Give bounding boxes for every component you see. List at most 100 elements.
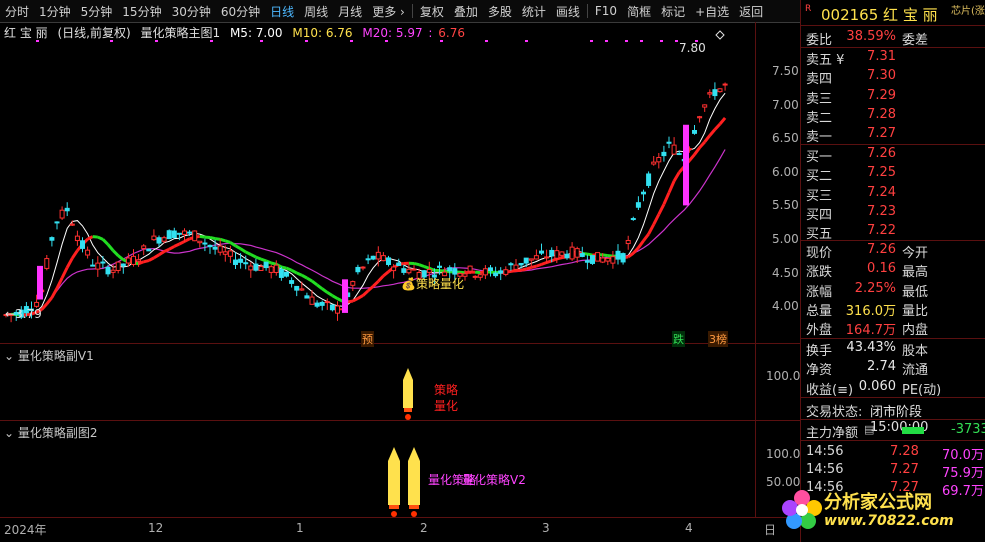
row-value: 7.26	[867, 242, 896, 257]
candle-body	[528, 258, 534, 261]
tick-time: 14:56	[806, 444, 844, 459]
ma10-segment	[209, 235, 216, 241]
candle-body	[161, 237, 167, 242]
ma10-segment	[316, 283, 324, 290]
ma10-segment	[693, 146, 701, 156]
ma10-segment	[50, 287, 59, 299]
trade-status-row: 交易状态: 闭市阶段 15:00:00	[806, 401, 984, 435]
buy-row: 买三 7.24	[806, 185, 984, 204]
toolbar-btn-5[interactable]: 60分钟	[216, 3, 265, 20]
low-price-value: 3.79	[15, 307, 42, 321]
candle-body	[574, 248, 580, 258]
candle-body	[426, 268, 432, 273]
top-marker	[36, 40, 39, 42]
top-marker	[155, 40, 158, 42]
toolbar-btn-7[interactable]: 周线	[299, 3, 333, 20]
ma10-segment	[357, 294, 364, 300]
candle-body	[49, 237, 55, 241]
sector-label[interactable]: 芯片(涨	[951, 2, 985, 17]
ma10-segment	[117, 254, 125, 261]
row-label-2: 今开	[902, 246, 929, 261]
ma10-segment	[602, 253, 609, 258]
candle-body	[579, 253, 585, 257]
sub2-chart[interactable]	[0, 421, 755, 517]
toolbar-btn-14[interactable]: 画线	[551, 3, 585, 20]
candle-body	[625, 239, 631, 245]
toolbar-btn-12[interactable]: 多股	[483, 3, 517, 20]
candle-body	[166, 230, 172, 240]
toolbar-btn-4[interactable]: 30分钟	[167, 3, 216, 20]
candle-body	[549, 249, 555, 257]
ma10-segment	[667, 180, 676, 194]
top-marker	[385, 40, 388, 42]
candle-body	[156, 237, 162, 244]
toolbar-btn-2[interactable]: 5分钟	[76, 3, 118, 20]
netflow-row[interactable]: 主力净额 ▤ -3733	[806, 422, 985, 441]
ma10-segment	[239, 247, 247, 254]
toolbar-btn-6[interactable]: 日线	[265, 3, 299, 20]
ma10-segment	[637, 239, 645, 249]
candle-body	[503, 269, 509, 275]
toolbar-btn-16[interactable]: 简框	[622, 3, 656, 20]
ma5-line	[5, 92, 726, 316]
candlestick-chart[interactable]	[0, 22, 755, 342]
toolbar-btn-1[interactable]: 1分钟	[34, 3, 76, 20]
toolbar-btn-19[interactable]: 返回	[734, 3, 768, 20]
date-tick-label: 3	[542, 521, 550, 535]
row-value: 7.24	[867, 184, 896, 200]
ma10-segment	[138, 260, 145, 266]
candle-body	[386, 257, 391, 265]
candle-body	[488, 267, 493, 272]
price-tick-label: 6.00	[772, 164, 799, 179]
toolbar-btn-17[interactable]: 标记	[656, 3, 690, 20]
candle-body	[273, 264, 279, 273]
ma10-segment	[688, 153, 696, 162]
tick-row: 14:56 7.28 70.0万	[806, 444, 984, 463]
toolbar-btn-0[interactable]: 分时	[0, 3, 34, 20]
row-label: 净资	[806, 363, 833, 379]
ma10-segment	[296, 271, 303, 277]
tick-time: 14:56	[806, 462, 844, 477]
toolbar-btn-13[interactable]: 统计	[517, 3, 551, 20]
stats-row: 涨幅 2.25% 最低	[806, 281, 984, 300]
candle-body	[309, 296, 315, 305]
top-marker	[305, 40, 308, 42]
toolbar-btn-15[interactable]: F10	[590, 4, 622, 18]
price-tick-label: 4.00	[772, 299, 799, 314]
row-value: 7.30	[867, 68, 896, 84]
toolbar-btn-3[interactable]: 15分钟	[117, 3, 166, 20]
candle-body	[74, 235, 80, 242]
ma10-segment	[647, 223, 656, 235]
toolbar-btn-10[interactable]: 复权	[415, 3, 449, 20]
ma10-segment	[285, 266, 293, 272]
row-value: 164.7万	[845, 323, 896, 339]
row-value: 7.23	[867, 203, 896, 219]
toolbar-btn-18[interactable]: +自选	[690, 3, 734, 20]
date-tick-label: 4	[685, 521, 693, 535]
flower-icon	[782, 490, 822, 529]
sub1-chart[interactable]	[0, 344, 755, 420]
candle-body	[278, 269, 284, 278]
ma10-segment	[301, 273, 308, 280]
ma10-segment	[382, 270, 390, 278]
candle-body	[595, 252, 601, 262]
candle-body	[467, 265, 473, 272]
strategy-label: 💰策略量化	[401, 275, 464, 292]
stock-code[interactable]: 002165 红 宝 丽	[821, 4, 938, 25]
toolbar-btn-9[interactable]: 更多 ›	[367, 3, 410, 20]
toolbar-btn-11[interactable]: 叠加	[449, 3, 483, 20]
candle-body	[605, 257, 611, 262]
candle-body	[641, 191, 646, 195]
candle-body	[115, 261, 121, 271]
list-icon[interactable]: ▤	[864, 423, 874, 436]
candle-body	[299, 288, 305, 291]
row-label-2: 流通	[902, 363, 929, 379]
candle-body	[34, 301, 40, 307]
row-value: 43.43%	[846, 340, 896, 355]
watermark-logo: 分析家公式网 www.70822.com	[782, 482, 982, 538]
candle-body	[523, 257, 529, 264]
row-label: 买二	[806, 169, 833, 185]
candle-body	[268, 266, 274, 273]
buy-row: 买一 7.26	[806, 146, 984, 165]
toolbar-btn-8[interactable]: 月线	[333, 3, 367, 20]
